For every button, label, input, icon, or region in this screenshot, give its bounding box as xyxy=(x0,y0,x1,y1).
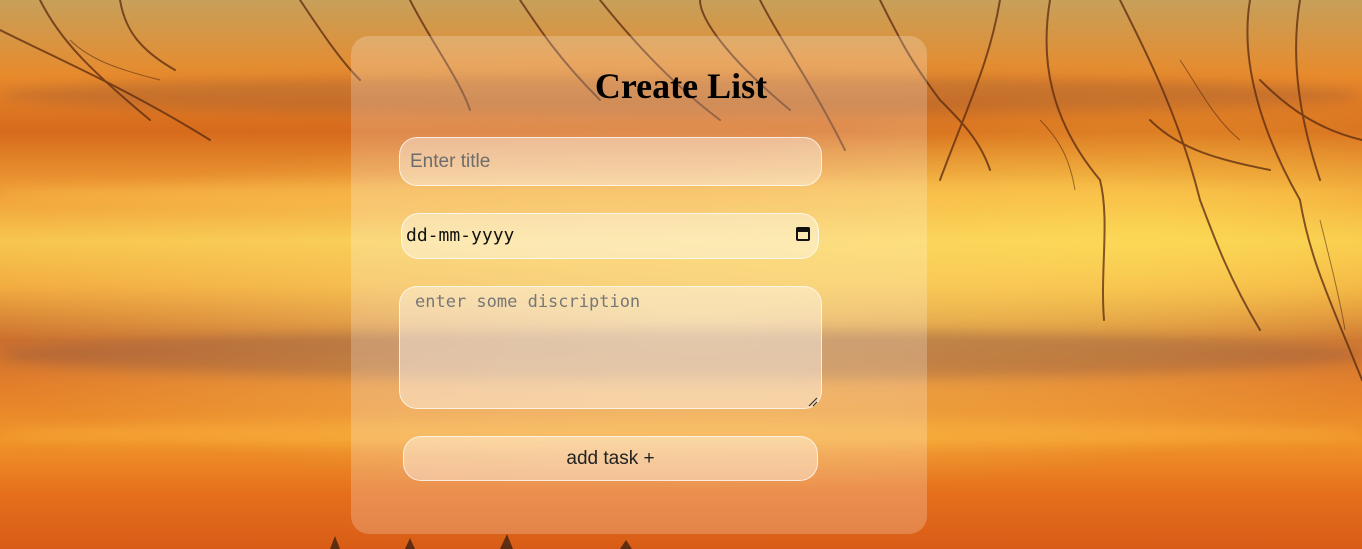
calendar-icon[interactable] xyxy=(796,227,810,241)
title-input[interactable]: Enter title xyxy=(399,137,822,186)
add-task-button[interactable]: add task + xyxy=(403,436,818,481)
date-input[interactable]: dd-mm-yyyy xyxy=(401,213,819,259)
page-title: Create List xyxy=(594,66,768,106)
description-textarea[interactable]: enter some discription xyxy=(399,286,822,409)
resize-grip-icon[interactable] xyxy=(806,395,818,407)
